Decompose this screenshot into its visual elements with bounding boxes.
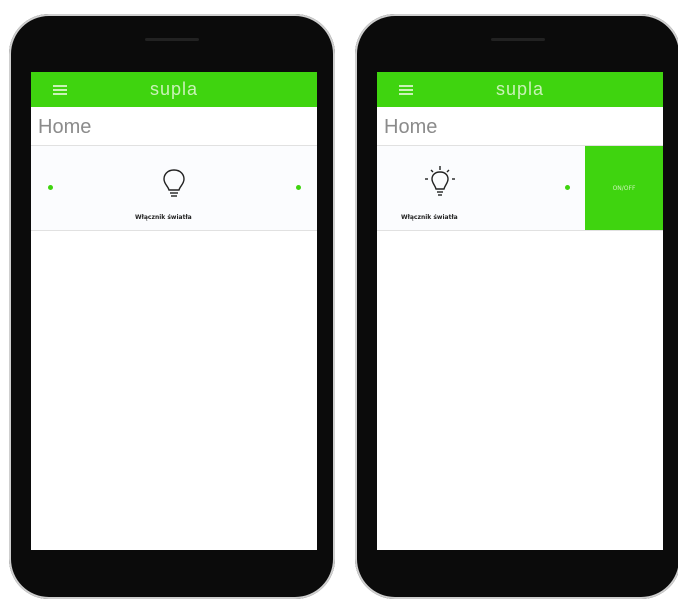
screen-right: supla Home Włącznik światła ON/OFF xyxy=(377,72,663,550)
status-dot-left xyxy=(48,185,53,190)
app-title: supla xyxy=(495,79,545,99)
phone-right: supla Home Włącznik światła ON/OFF xyxy=(355,14,678,599)
lightbulb-off-icon xyxy=(159,166,189,202)
phone-speaker xyxy=(145,38,199,41)
page-title: Home xyxy=(31,107,317,146)
device-label: Włącznik światła xyxy=(135,214,192,221)
page-title: Home xyxy=(377,107,663,146)
device-row-swiped[interactable]: Włącznik światła ON/OFF xyxy=(377,146,663,231)
on-off-action-button[interactable]: ON/OFF xyxy=(585,146,663,230)
status-dot xyxy=(565,185,570,190)
lightbulb-on-icon xyxy=(425,166,455,202)
status-dot-right xyxy=(296,185,301,190)
app-bar: supla xyxy=(377,72,663,107)
device-row[interactable]: Włącznik światła xyxy=(31,146,317,231)
on-off-action-label: ON/OFF xyxy=(612,184,636,192)
screen-left: supla Home Włącznik światła xyxy=(31,72,317,550)
phone-speaker xyxy=(491,38,545,41)
phone-left: supla Home Włącznik światła xyxy=(9,14,335,599)
app-bar: supla xyxy=(31,72,317,107)
app-title: supla xyxy=(149,79,199,99)
device-label: Włącznik światła xyxy=(401,214,458,221)
